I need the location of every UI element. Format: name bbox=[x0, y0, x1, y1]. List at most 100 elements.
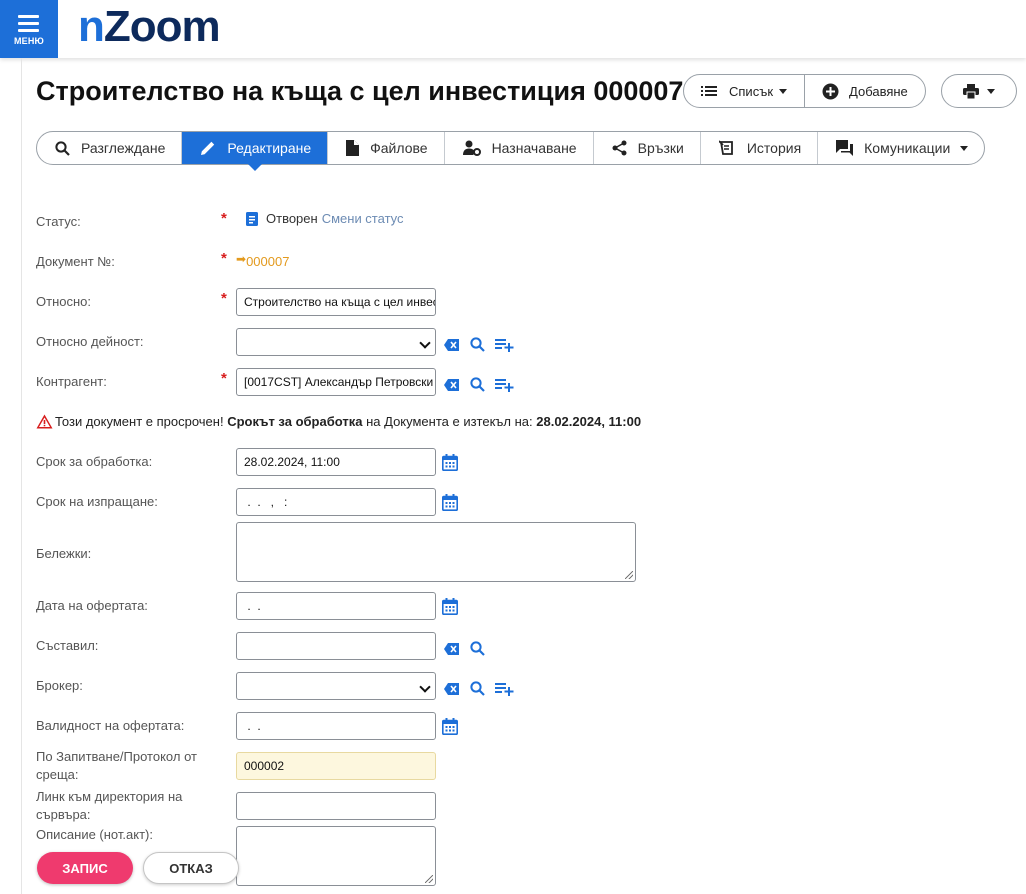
tab-label: Назначаване bbox=[491, 140, 577, 156]
tab-files[interactable]: Файлове bbox=[327, 132, 443, 164]
resize-grip[interactable] bbox=[625, 571, 633, 579]
sending-deadline-input[interactable]: . . , : bbox=[236, 488, 436, 516]
warning-icon bbox=[36, 414, 53, 429]
tab-links[interactable]: Връзки bbox=[592, 132, 700, 164]
compiled-by-label: Съставил: bbox=[36, 638, 99, 653]
notes-label: Бележки: bbox=[36, 546, 92, 561]
overdue-warning: Този документ е просрочен! Срокът за обр… bbox=[36, 414, 641, 429]
document-icon bbox=[246, 211, 258, 226]
offer-validity-input[interactable]: . . bbox=[236, 712, 436, 740]
share-icon bbox=[612, 140, 627, 156]
chevron-down-icon bbox=[987, 88, 995, 94]
compiled-by-input[interactable] bbox=[236, 632, 436, 660]
tab-label: Комуникации bbox=[864, 140, 951, 156]
clear-icon[interactable] bbox=[444, 379, 459, 391]
warning-date: 28.02.2024, 11:00 bbox=[536, 414, 642, 429]
description-label: Описание (нот.акт): bbox=[36, 827, 153, 842]
arrow-right-icon: ➡ bbox=[236, 252, 247, 266]
file-icon bbox=[346, 140, 360, 156]
description-textarea[interactable] bbox=[236, 826, 436, 886]
tab-label: История bbox=[746, 140, 802, 156]
page-title: Строителство на къща с цел инвестиция 00… bbox=[36, 76, 684, 106]
plus-circle-icon bbox=[822, 83, 839, 99]
required-marker: * bbox=[221, 290, 227, 307]
list-button[interactable]: Списък bbox=[684, 75, 804, 107]
history-icon bbox=[718, 140, 733, 155]
status-label: Статус: bbox=[36, 214, 81, 229]
search-icon[interactable] bbox=[470, 681, 485, 696]
pencil-icon bbox=[201, 141, 215, 155]
counterparty-input[interactable]: [0017CST] Александър Петровски bbox=[236, 368, 436, 396]
broker-label: Брокер: bbox=[36, 678, 83, 693]
status-text: Отворен bbox=[266, 211, 318, 226]
tab-label: Редактиране bbox=[227, 140, 312, 156]
toolbar-button-group: Списък Добавяне bbox=[683, 74, 926, 108]
by-request-input[interactable]: 000002 bbox=[236, 752, 436, 780]
tab-label: Разглеждане bbox=[81, 140, 166, 156]
tab-label: Файлове bbox=[370, 140, 428, 156]
cancel-button[interactable]: ОТКАЗ bbox=[143, 852, 239, 884]
document-number-label: Документ №: bbox=[36, 254, 115, 269]
calendar-icon[interactable] bbox=[442, 454, 458, 471]
regarding-input[interactable]: Строителство на къща с цел инвестиция 00… bbox=[236, 288, 436, 316]
regarding-activity-select[interactable] bbox=[236, 328, 436, 356]
change-status-link[interactable]: Смени статус bbox=[322, 211, 404, 226]
calendar-icon[interactable] bbox=[442, 494, 458, 511]
clear-icon[interactable] bbox=[444, 643, 459, 655]
content-divider bbox=[21, 58, 22, 894]
sending-deadline-label: Срок на изпращане: bbox=[36, 494, 158, 509]
tab-bar: Разглеждане Редактиране Файлове Назначав… bbox=[36, 131, 986, 171]
offer-validity-label: Валидност на офертата: bbox=[36, 718, 185, 733]
server-link-input[interactable] bbox=[236, 792, 436, 820]
regarding-label: Относно: bbox=[36, 294, 91, 309]
required-marker: * bbox=[221, 210, 227, 227]
tab-communications[interactable]: Комуникации bbox=[817, 132, 984, 164]
save-button[interactable]: ЗАПИС bbox=[37, 852, 133, 884]
add-list-icon[interactable] bbox=[495, 379, 514, 392]
chat-icon bbox=[836, 140, 854, 156]
hamburger-icon bbox=[18, 15, 39, 36]
user-cog-icon bbox=[462, 140, 481, 156]
processing-deadline-input[interactable]: 28.02.2024, 11:00 bbox=[236, 448, 436, 476]
top-bar: МЕНЮ nZoom bbox=[0, 0, 1026, 58]
add-button-label: Добавяне bbox=[849, 83, 908, 99]
tab-assign[interactable]: Назначаване bbox=[443, 132, 593, 164]
calendar-icon[interactable] bbox=[442, 718, 458, 735]
search-icon bbox=[55, 140, 70, 156]
processing-deadline-label: Срок за обработка: bbox=[36, 454, 153, 469]
warning-prefix: Този документ е просрочен! bbox=[55, 414, 224, 429]
broker-select[interactable] bbox=[236, 672, 436, 700]
add-button[interactable]: Добавяне bbox=[804, 75, 925, 107]
printer-icon bbox=[963, 83, 979, 99]
search-icon[interactable] bbox=[470, 377, 485, 392]
chevron-down-icon bbox=[960, 145, 969, 151]
warning-term: Срокът за обработка bbox=[227, 414, 363, 429]
tab-edit[interactable]: Редактиране bbox=[181, 132, 328, 171]
add-list-icon[interactable] bbox=[495, 683, 514, 696]
search-icon[interactable] bbox=[470, 337, 485, 352]
list-icon bbox=[701, 86, 717, 96]
menu-label: МЕНЮ bbox=[13, 36, 45, 46]
server-link-label: Линк към директория на сървъра: bbox=[36, 789, 183, 822]
document-number-link[interactable]: ➡000007 bbox=[236, 252, 289, 269]
counterparty-label: Контрагент: bbox=[36, 374, 107, 389]
tab-label: Връзки bbox=[637, 140, 684, 156]
tab-history[interactable]: История bbox=[699, 132, 817, 164]
by-request-label: По Запитване/Протокол от среща: bbox=[36, 749, 197, 782]
chevron-down-icon bbox=[779, 88, 788, 94]
warning-middle: на Документа е изтекъл на: bbox=[366, 414, 533, 429]
offer-date-input[interactable]: . . bbox=[236, 592, 436, 620]
print-button[interactable] bbox=[941, 74, 1017, 108]
add-list-icon[interactable] bbox=[495, 339, 514, 352]
resize-grip[interactable] bbox=[425, 875, 433, 883]
required-marker: * bbox=[221, 370, 227, 387]
notes-textarea[interactable] bbox=[236, 522, 636, 582]
calendar-icon[interactable] bbox=[442, 598, 458, 615]
search-icon[interactable] bbox=[470, 641, 485, 656]
clear-icon[interactable] bbox=[444, 339, 459, 351]
clear-icon[interactable] bbox=[444, 683, 459, 695]
menu-button[interactable]: МЕНЮ bbox=[0, 0, 58, 58]
status-value: Отворен Смени статус bbox=[246, 211, 404, 226]
tab-view[interactable]: Разглеждане bbox=[37, 132, 181, 164]
nzoom-logo[interactable]: nZoom bbox=[78, 2, 221, 52]
